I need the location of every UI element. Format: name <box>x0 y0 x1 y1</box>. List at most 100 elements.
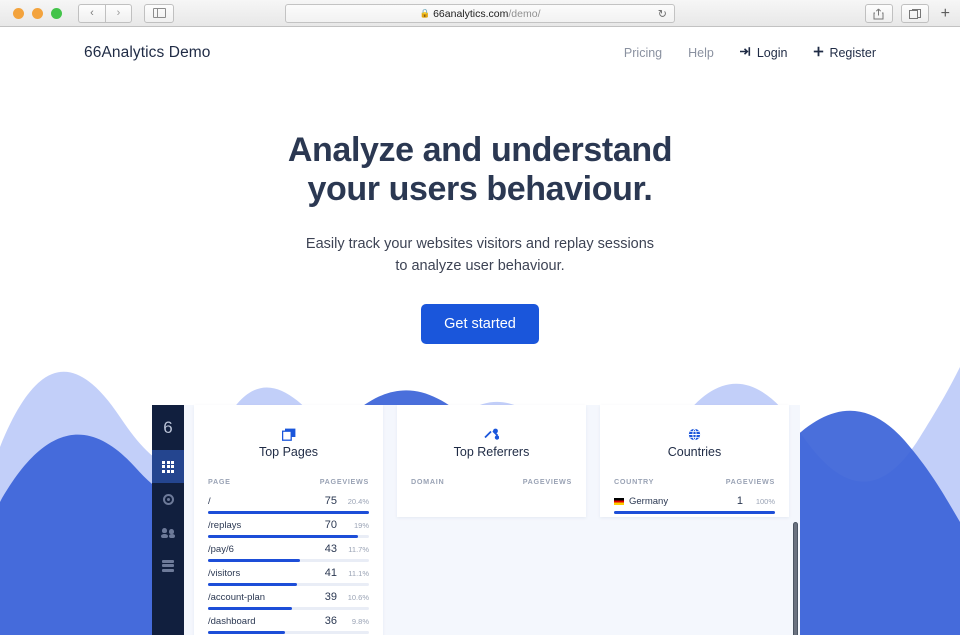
sidebar-item-websites[interactable] <box>152 549 184 582</box>
card-column-headers: PAGE PAGEVIEWS <box>194 468 383 490</box>
card-rows: / 75 20.4% /replays 70 19% /pay/6 43 11.… <box>194 490 383 635</box>
address-bar[interactable]: 🔒 66analytics.com/demo/ ↻ <box>285 4 675 23</box>
row-percent: 11.7% <box>348 545 369 554</box>
target-icon <box>162 494 174 505</box>
nav-login-label: Login <box>756 46 788 60</box>
nav-link-help[interactable]: Help <box>688 46 714 60</box>
card-title: Top Referrers <box>453 445 530 459</box>
sidebar-toggle-icon <box>152 7 166 19</box>
dashboard-scrollbar[interactable] <box>793 522 798 635</box>
hero-subtitle: Easily track your websites visitors and … <box>305 235 655 275</box>
column-header-pageviews: PAGEVIEWS <box>319 477 369 486</box>
row-value: 36 <box>324 615 337 627</box>
site-navigation: Pricing Help Login Register <box>624 46 876 60</box>
share-icon <box>873 8 884 19</box>
hero-section: Analyze and understand your users behavi… <box>0 79 960 344</box>
browser-navigation-buttons[interactable]: ‹ › <box>78 3 132 23</box>
row-label-country: Germany <box>614 496 713 507</box>
site-brand[interactable]: 66Analytics Demo <box>84 44 211 62</box>
card-rows: Germany 1 100% <box>600 490 789 522</box>
card-top-referrers: Top Referrers DOMAIN PAGEVIEWS <box>397 405 586 517</box>
sidebar-toggle-button[interactable] <box>144 3 174 23</box>
sidebar-item-goals[interactable] <box>152 483 184 516</box>
browser-chrome: ‹ › 🔒 66analytics.com/demo/ ↻ + <box>0 0 960 27</box>
row-value: 41 <box>324 567 337 579</box>
lock-icon: 🔒 <box>419 8 431 18</box>
grid-icon <box>162 460 174 473</box>
sidebar-item-dashboard[interactable] <box>152 450 184 483</box>
tab-overview-button[interactable] <box>900 4 929 23</box>
card-title: Countries <box>667 445 722 459</box>
browser-toolbar-right: + <box>864 4 954 23</box>
flag-icon-de <box>614 497 624 505</box>
maximize-window-button[interactable] <box>51 7 62 19</box>
row-label: /pay/6 <box>208 544 234 555</box>
forward-button[interactable]: › <box>105 3 132 23</box>
server-icon <box>162 559 174 572</box>
bar-fill <box>614 511 775 514</box>
list-item[interactable]: Germany 1 100% <box>614 490 775 514</box>
nav-link-register[interactable]: Register <box>813 46 876 60</box>
row-value: 1 <box>736 495 743 507</box>
register-plus-icon <box>814 46 824 57</box>
globe-icon <box>600 427 789 441</box>
column-header-country: COUNTRY <box>614 477 655 486</box>
url-path: /demo/ <box>508 7 541 20</box>
card-header: Top Referrers <box>397 405 586 468</box>
row-value: 43 <box>324 543 337 555</box>
tab-overview-icon <box>908 8 921 19</box>
list-item[interactable]: /account-plan 39 10.6% <box>208 586 369 610</box>
row-value: 75 <box>324 495 337 507</box>
window-icon <box>194 427 383 441</box>
card-header: Countries <box>600 405 789 468</box>
nav-link-login[interactable]: Login <box>739 46 788 60</box>
list-item[interactable]: /visitors 41 11.1% <box>208 562 369 586</box>
column-header-domain: DOMAIN <box>411 477 445 486</box>
plus-icon <box>813 46 824 60</box>
hero-title: Analyze and understand your users behavi… <box>287 131 673 209</box>
back-button[interactable]: ‹ <box>78 3 105 23</box>
list-item[interactable]: /dashboard 36 9.8% <box>208 610 369 634</box>
window-controls[interactable] <box>13 7 62 19</box>
row-percent: 11.1% <box>348 569 369 578</box>
column-header-page: PAGE <box>208 477 231 486</box>
card-title: Top Pages <box>258 445 319 459</box>
row-percent: 9.8% <box>351 617 369 626</box>
card-top-pages: Top Pages PAGE PAGEVIEWS / 75 20.4% /rep… <box>194 405 383 635</box>
login-icon <box>739 46 752 60</box>
share-button[interactable] <box>864 4 893 23</box>
bar-track <box>614 511 775 514</box>
row-label: /visitors <box>208 568 241 579</box>
row-label: /dashboard <box>208 616 256 627</box>
referrer-icon <box>397 427 586 441</box>
dashboard-content: Top Pages PAGE PAGEVIEWS / 75 20.4% /rep… <box>184 405 800 635</box>
minimize-window-button[interactable] <box>32 7 43 19</box>
url-domain: 66analytics.com <box>433 7 509 20</box>
sidebar-item-visitors[interactable] <box>152 516 184 549</box>
dashboard-sidebar: 6 <box>152 405 184 635</box>
site-header: 66Analytics Demo Pricing Help Login Regi… <box>0 27 960 79</box>
list-item[interactable]: /replays 70 19% <box>208 514 369 538</box>
row-label: /replays <box>208 520 242 531</box>
dashboard-logo: 6 <box>163 417 173 437</box>
get-started-button[interactable]: Get started <box>421 303 539 344</box>
row-value: 70 <box>324 519 337 531</box>
nav-link-pricing[interactable]: Pricing <box>624 46 662 60</box>
nav-register-label: Register <box>829 46 876 60</box>
row-label: / <box>208 496 211 507</box>
people-icon <box>161 527 175 538</box>
row-percent: 100% <box>755 497 775 506</box>
dashboard-preview: 6 Top Pages PAGE PAGEVIEWS / 75 20.4% /r… <box>152 405 800 635</box>
card-rows-empty <box>397 490 586 498</box>
row-percent: 10.6% <box>347 593 369 602</box>
column-header-pageviews: PAGEVIEWS <box>522 477 572 486</box>
dashboard-cards: Top Pages PAGE PAGEVIEWS / 75 20.4% /rep… <box>184 405 800 635</box>
new-tab-button[interactable]: + <box>937 5 954 22</box>
card-column-headers: COUNTRY PAGEVIEWS <box>600 468 789 490</box>
list-item[interactable]: / 75 20.4% <box>208 490 369 514</box>
close-window-button[interactable] <box>13 7 24 19</box>
card-column-headers: DOMAIN PAGEVIEWS <box>397 468 586 490</box>
reload-icon[interactable]: ↻ <box>658 7 667 20</box>
list-item[interactable]: /pay/6 43 11.7% <box>208 538 369 562</box>
web-page: 66Analytics Demo Pricing Help Login Regi… <box>0 27 960 635</box>
